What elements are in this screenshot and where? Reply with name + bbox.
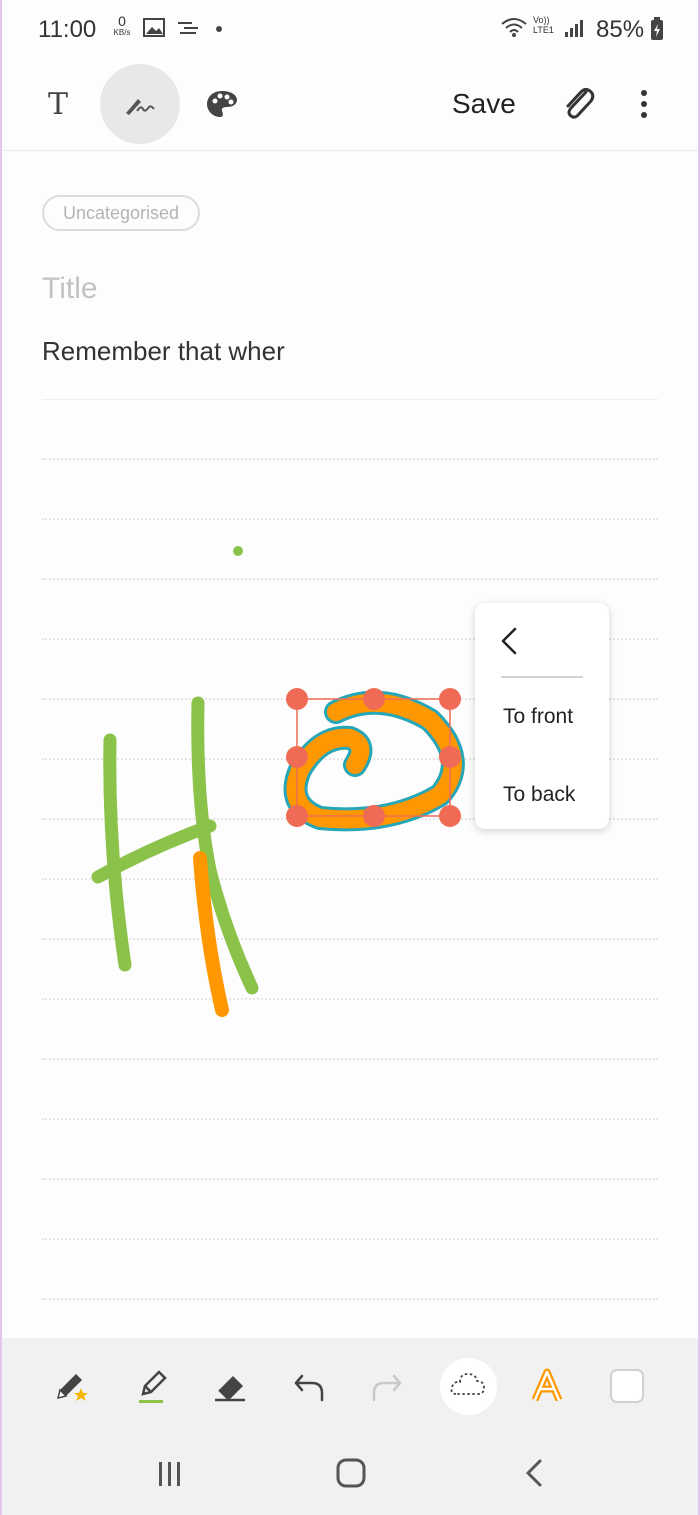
selected-stroke[interactable] xyxy=(283,690,465,832)
resize-handle[interactable] xyxy=(439,746,461,768)
recents-icon[interactable] xyxy=(155,1458,185,1488)
selection-context-menu: To front To back xyxy=(475,603,609,829)
resize-handle[interactable] xyxy=(363,805,385,827)
pen-favorites-icon xyxy=(56,1374,88,1401)
redo-button[interactable] xyxy=(368,1366,408,1406)
lasso-icon xyxy=(450,1373,485,1395)
color-swatch-button[interactable] xyxy=(607,1366,647,1406)
pen-favorites-button[interactable] xyxy=(52,1366,92,1406)
text-style-icon xyxy=(531,1368,563,1402)
eraser-button[interactable] xyxy=(211,1366,251,1406)
color-swatch-icon xyxy=(610,1369,644,1403)
back-icon[interactable] xyxy=(520,1457,550,1489)
resize-handle[interactable] xyxy=(286,688,308,710)
to-front-menu-item[interactable]: To front xyxy=(503,705,573,729)
to-back-menu-item[interactable]: To back xyxy=(503,783,575,807)
resize-handle[interactable] xyxy=(286,746,308,768)
lasso-select-button[interactable] xyxy=(448,1366,488,1406)
highlighter-icon xyxy=(139,1370,167,1403)
redo-icon xyxy=(372,1374,402,1402)
system-navigation-bar xyxy=(0,1435,700,1515)
home-icon[interactable] xyxy=(335,1457,367,1489)
text-style-button[interactable] xyxy=(527,1366,567,1406)
handwritten-h-stroke[interactable] xyxy=(91,696,259,995)
green-dot-stroke xyxy=(233,546,243,556)
chevron-left-icon[interactable] xyxy=(495,621,525,661)
resize-handle[interactable] xyxy=(286,805,308,827)
pen-tools-bar xyxy=(0,1338,700,1435)
highlighter-button[interactable] xyxy=(133,1366,173,1406)
menu-divider xyxy=(501,676,583,678)
undo-icon xyxy=(294,1374,324,1402)
undo-button[interactable] xyxy=(290,1366,330,1406)
eraser-icon xyxy=(215,1376,245,1402)
resize-handle[interactable] xyxy=(439,688,461,710)
resize-handle[interactable] xyxy=(363,688,385,710)
resize-handle[interactable] xyxy=(439,805,461,827)
